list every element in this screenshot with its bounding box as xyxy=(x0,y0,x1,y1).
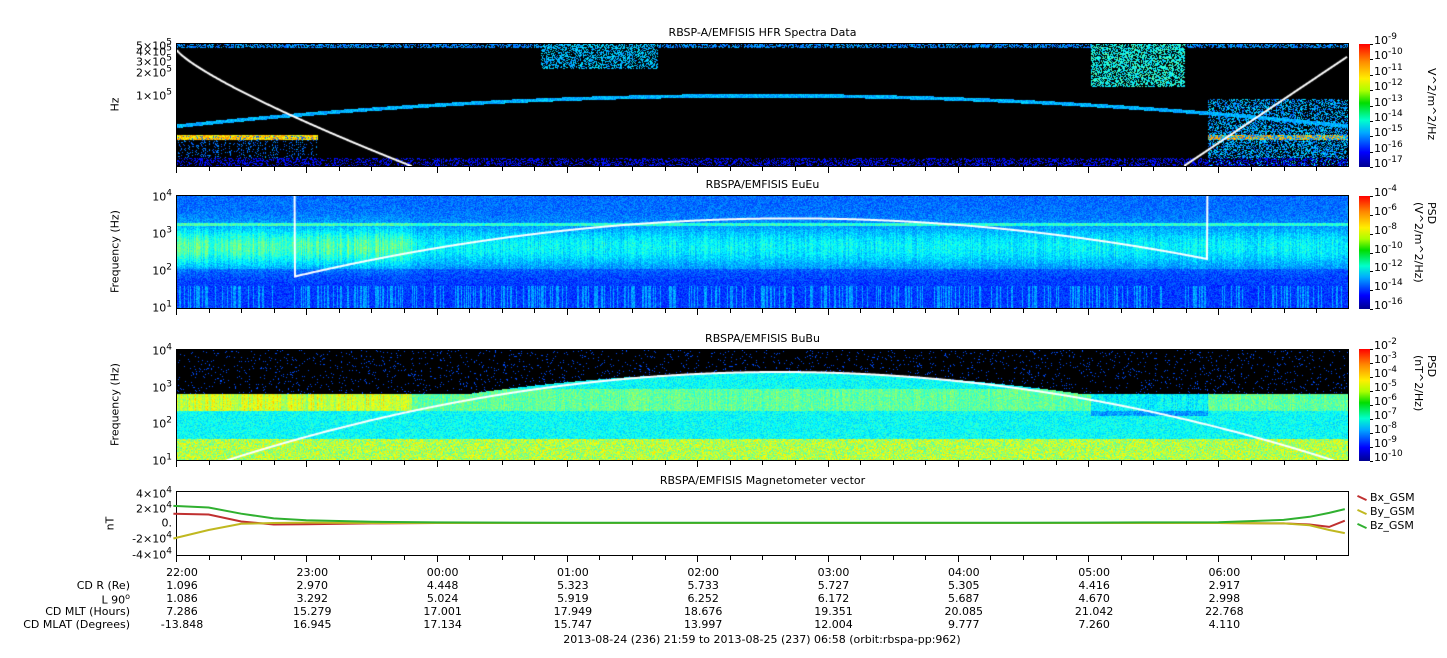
time-label: 00:00 xyxy=(426,566,459,579)
legend-item: By_GSM xyxy=(1357,505,1415,518)
ephemeris-value: 4.110 xyxy=(1208,618,1241,631)
time-label: 05:00 xyxy=(1078,566,1110,579)
series-line-by_gsm xyxy=(173,521,1345,540)
legend-swatch xyxy=(1357,508,1367,515)
ephemeris-value: 4.448 xyxy=(426,579,459,592)
legend-label: By_GSM xyxy=(1370,505,1415,518)
time-label: 01:00 xyxy=(557,566,589,579)
ephemeris-value: 6.172 xyxy=(817,592,850,605)
ephemeris-value: 2.917 xyxy=(1208,579,1241,592)
ephemeris-row-label: CD MLAT (Degrees) xyxy=(23,618,130,631)
ephemeris-value: 15.747 xyxy=(553,618,593,631)
ephemeris-value: 17.949 xyxy=(553,605,593,618)
legend-item: Bz_GSM xyxy=(1357,519,1414,532)
time-label: 03:00 xyxy=(817,566,850,579)
ephemeris-row-label: CD MLT (Hours) xyxy=(45,605,130,618)
ephemeris-value: 20.085 xyxy=(944,605,984,618)
time-label: 04:00 xyxy=(947,566,980,579)
date-range-footer: 2013-08-24 (236) 21:59 to 2013-08-25 (23… xyxy=(563,633,961,646)
ephemeris-value: 5.305 xyxy=(948,579,980,592)
ephemeris-value: 22.768 xyxy=(1205,605,1244,618)
ephemeris-value: 5.687 xyxy=(948,592,980,605)
emfisis-summary-plot: RBSP-A/EMFISIS HFR Spectra Data Hz RBSPA/E… xyxy=(0,0,1447,658)
ephemeris-value: 15.279 xyxy=(293,605,332,618)
ephemeris-value: 21.042 xyxy=(1074,605,1114,618)
magnetometer-plot xyxy=(173,504,1346,540)
ephemeris-value: 2.998 xyxy=(1208,592,1241,605)
ephemeris-value: 5.727 xyxy=(817,579,850,592)
time-label: 02:00 xyxy=(687,566,720,579)
ephemeris-value: 4.670 xyxy=(1078,592,1110,605)
ephemeris-value: 13.997 xyxy=(683,618,723,631)
time-label: 06:00 xyxy=(1208,566,1241,579)
legend-swatch xyxy=(1357,522,1367,529)
ephemeris-value: 5.323 xyxy=(557,579,589,592)
ephemeris-value: 5.024 xyxy=(426,592,459,605)
time-label: 23:00 xyxy=(296,566,329,579)
ephemeris-value: 17.134 xyxy=(423,618,462,631)
legend-label: Bz_GSM xyxy=(1370,519,1414,532)
ephemeris-value: 1.086 xyxy=(166,592,198,605)
ephemeris-value: 4.416 xyxy=(1078,579,1110,592)
degree-superscript: o xyxy=(125,592,130,601)
legend-swatch xyxy=(1357,494,1367,501)
row-label-text: CD MLAT (Degrees) xyxy=(23,618,130,631)
ephemeris-value: 3.292 xyxy=(296,592,329,605)
ephemeris-row-label: CD R (Re) xyxy=(77,579,130,592)
time-label: 22:00 xyxy=(166,566,198,579)
ephemeris-value: 5.733 xyxy=(687,579,719,592)
ephemeris-value: 7.286 xyxy=(166,605,198,618)
ephemeris-value: -13.848 xyxy=(160,618,204,631)
ephemeris-value: 5.919 xyxy=(557,592,589,605)
ephemeris-value: 17.001 xyxy=(423,605,462,618)
ephemeris-value: 18.676 xyxy=(683,605,723,618)
legend-item: Bx_GSM xyxy=(1357,491,1415,504)
ephemeris-value: 19.351 xyxy=(814,605,853,618)
ephemeris-value: 2.970 xyxy=(296,579,329,592)
row-label-text: CD R (Re) xyxy=(76,579,130,592)
ephemeris-value: 1.096 xyxy=(166,579,198,592)
row-label-text: CD MLT (Hours) xyxy=(45,605,130,618)
series-line-bz_gsm xyxy=(173,504,1346,524)
legend-label: Bx_GSM xyxy=(1370,491,1415,504)
ephemeris-value: 12.004 xyxy=(814,618,853,631)
ephemeris-value: 16.945 xyxy=(293,618,332,631)
ephemeris-value: 9.777 xyxy=(948,618,980,631)
ephemeris-value: 7.260 xyxy=(1078,618,1110,631)
ephemeris-value: 6.252 xyxy=(687,592,719,605)
